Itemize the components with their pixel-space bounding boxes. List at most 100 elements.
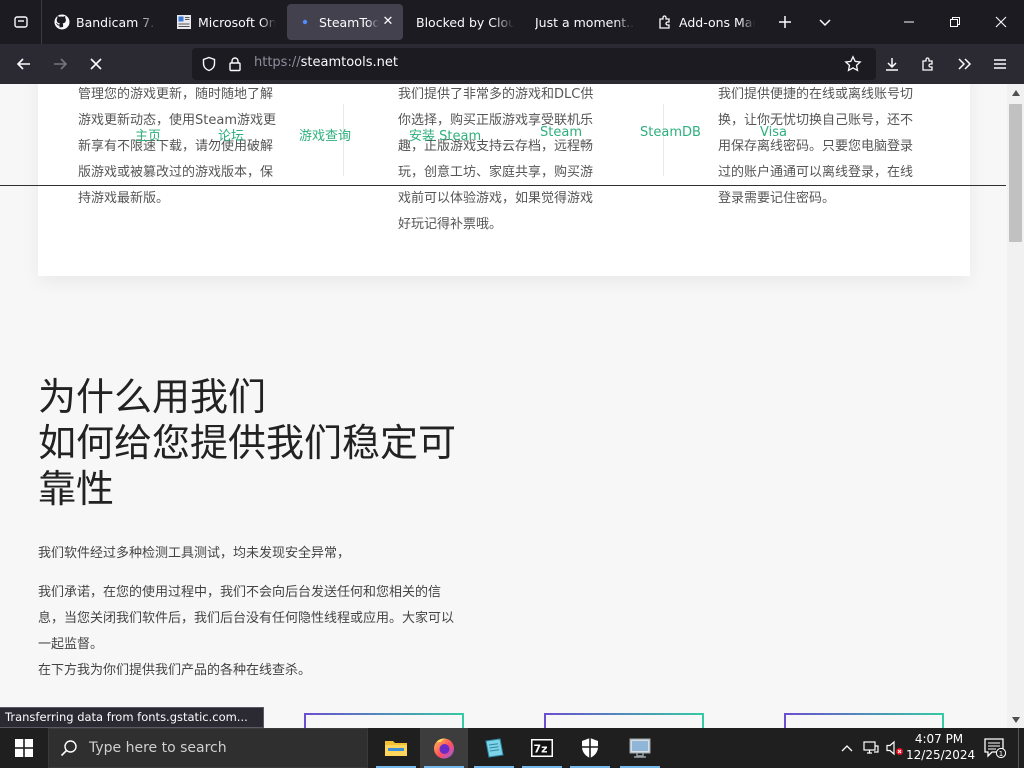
tab-overview-icon [13,16,28,28]
taskbar-7zip[interactable]: 7z [518,728,566,768]
tab-2[interactable]: Microsoft One [166,4,284,40]
taskbar-firefox[interactable] [420,728,468,768]
tab-3[interactable]: SteamTools✕ [287,4,403,40]
stop-button[interactable] [80,48,112,80]
list-all-tabs-button[interactable] [810,8,840,36]
minimize-button[interactable] [886,0,932,44]
scan-card[interactable] [304,713,464,728]
tab-overview-button[interactable] [0,0,42,44]
close-window-button[interactable] [978,0,1024,44]
notepad-icon [485,738,504,758]
promise-text-line: 在下方我为你们提供我们产品的各种在线查杀。 [38,663,312,678]
volume-muted-icon [886,740,903,756]
why-us-heading-line: 靠性 [38,467,115,511]
tab-5[interactable]: Just a moment... [525,4,643,40]
taskbar-remote-desktop[interactable] [616,728,664,768]
extensions-button[interactable] [912,48,944,80]
restore-button[interactable] [932,0,978,44]
scroll-up-arrow-icon [1011,89,1020,96]
notification-center-button[interactable]: 1 [978,728,1012,768]
puzzle-icon [922,57,933,71]
minimize-icon [904,21,914,23]
page-scrollbar[interactable] [1007,84,1024,728]
tab-title: Bandicam 7.1. [76,14,156,30]
start-button[interactable] [0,728,48,768]
bookmark-star-icon[interactable] [844,55,862,73]
site-nav-link-1[interactable]: 主页 [135,125,161,144]
url-text[interactable]: https://steamtools.net [254,55,398,70]
tab-close-button[interactable]: ✕ [381,15,395,29]
scroll-up-button[interactable] [1007,84,1024,101]
tab-6[interactable]: Add-ons Man [647,4,763,40]
restore-icon [950,17,960,27]
network-button[interactable] [860,728,882,768]
tab-title: Just a moment... [535,14,635,30]
tab-title: SteamTools [319,14,379,30]
why-us-heading: 为什么用我们 如何给您提供我们稳定可 靠性 [38,374,508,512]
taskbar-notepad[interactable] [470,728,518,768]
feature-text-line: 持游戏最新版。 [78,191,170,206]
taskbar-security-app[interactable] [566,728,614,768]
lock-icon[interactable] [226,55,244,73]
file-explorer-icon [385,741,407,756]
forward-button[interactable] [44,48,76,80]
stop-icon [90,58,102,70]
tab-title: Add-ons Man [679,14,755,30]
7zip-icon: 7z [531,739,553,757]
shield-app-icon [582,738,598,758]
nav-divider [663,104,664,176]
arrow-right-icon [54,58,68,70]
scrollbar-thumb[interactable] [1009,104,1022,242]
taskbar-search-box[interactable]: Type here to search [48,728,368,768]
overflow-button[interactable] [948,48,980,80]
new-tab-button[interactable] [770,8,800,36]
why-us-heading-line: 如何给您提供我们稳定可 [38,421,457,465]
site-nav-link-4[interactable]: 安装 Steam [409,125,481,144]
scroll-down-button[interactable] [1007,711,1024,728]
puzzle-icon [657,14,673,30]
volume-button[interactable] [884,728,906,768]
navigation-toolbar: https://steamtools.net [0,44,1024,84]
svg-text:7z: 7z [534,743,548,756]
site-nav-link-7[interactable]: Visa [760,125,787,140]
site-nav-link-2[interactable]: 论坛 [218,125,244,144]
arrow-left-icon [16,58,30,70]
chevron-down-icon [819,19,831,27]
back-button[interactable] [8,48,40,80]
site-nav-link-3[interactable]: 游戏查询 [299,125,351,144]
site-nav-link-6[interactable]: SteamDB [640,125,701,140]
feature-text-line: 登录需要记住密码。 [718,191,836,206]
address-bar[interactable]: https://steamtools.net [192,48,876,80]
taskbar: Type here to search 7z 4:07 PM 12/25/202… [0,728,1024,768]
tab-title: Blocked by Cloudf [416,14,514,30]
feature-text-line: 戏前可以体验游戏，如果觉得游戏 [398,191,594,206]
scan-card[interactable] [784,713,944,728]
why-us-heading-line: 为什么用我们 [38,375,267,419]
show-hidden-icons-button[interactable] [838,728,856,768]
promise-text-line: 我们承诺，在您的使用过程中，我们不会向后台发送任何和您相关的信 [38,585,442,600]
windows-logo-icon [15,739,33,757]
firefox-icon [434,738,454,759]
app-menu-button[interactable] [984,48,1016,80]
downloads-button[interactable] [876,48,908,80]
safety-paragraph: 我们软件经过多种检测工具测试，均未发现安全异常， [38,546,351,561]
clock-time: 4:07 PM [914,732,964,746]
taskbar-clock[interactable]: 4:07 PM 12/25/2024 [906,731,975,763]
tracking-protection-shield-icon[interactable] [200,55,218,73]
tab-1[interactable]: Bandicam 7.1. [44,4,164,40]
notification-count: 1 [999,750,1003,758]
github-icon [54,14,70,30]
url-host: steamtools.net [300,55,398,70]
scan-card[interactable] [544,713,704,728]
tab-title: Microsoft One [198,14,276,30]
taskbar-file-explorer[interactable] [372,728,420,768]
show-desktop-button[interactable] [1018,728,1024,768]
plus-icon [779,16,791,28]
microsoft-page-icon [176,14,192,30]
chevron-up-icon [841,745,853,752]
remote-desktop-icon [629,738,651,758]
tab-4[interactable]: Blocked by Cloudf [406,4,522,40]
site-nav-link-5[interactable]: Steam [540,125,582,140]
double-chevron-right-icon [958,58,972,70]
download-icon [886,58,898,71]
